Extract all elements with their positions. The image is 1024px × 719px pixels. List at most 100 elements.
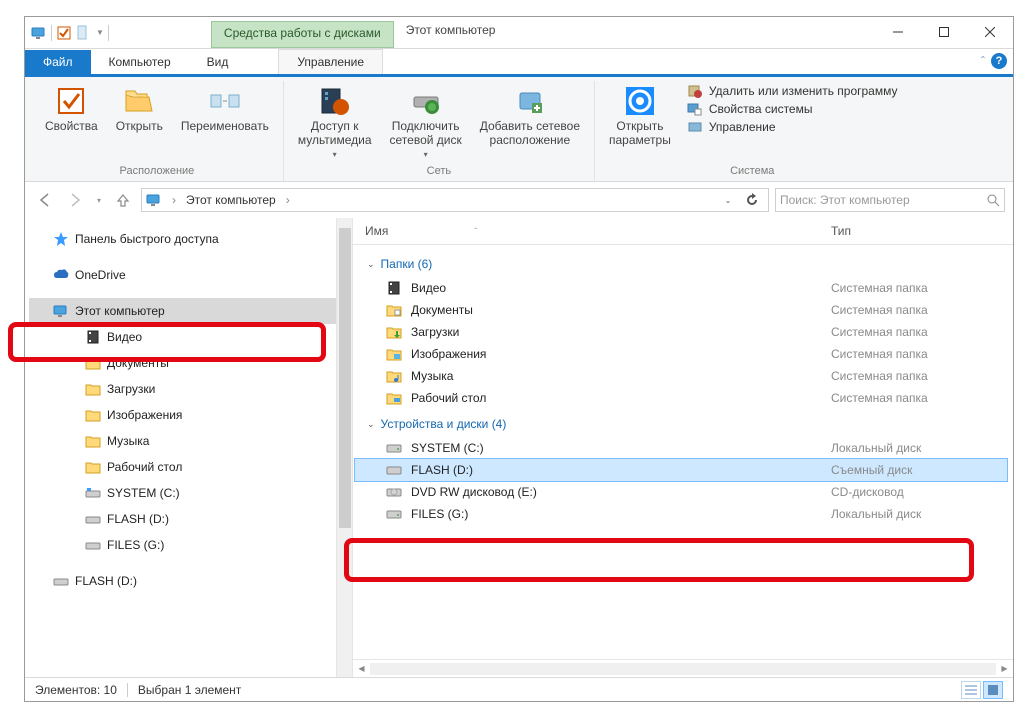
body: Панель быстрого доступа OneDrive Этот ко… [25, 218, 1013, 677]
view-details-button[interactable] [961, 681, 981, 699]
folder-icon [85, 459, 101, 475]
this-pc-icon [146, 192, 162, 208]
nav-flash-d[interactable]: FLASH (D:) [29, 506, 352, 532]
item-name: FILES (G:) [411, 507, 831, 521]
nav-flash-d-removable[interactable]: FLASH (D:) [29, 568, 352, 594]
column-type[interactable]: Тип [831, 224, 1001, 238]
nav-downloads[interactable]: Загрузки [29, 376, 352, 402]
item-type: Системная папка [831, 325, 1001, 339]
item-name: Загрузки [411, 325, 831, 339]
chevron-down-icon: ⌄ [367, 419, 375, 430]
back-button[interactable] [33, 188, 57, 212]
nav-scrollbar[interactable] [336, 218, 353, 677]
uninstall-button[interactable]: Удалить или изменить программу [687, 83, 898, 99]
address-segment[interactable]: Этот компьютер [186, 193, 276, 207]
list-item[interactable]: МузыкаСистемная папка [355, 365, 1007, 387]
dropdown-icon[interactable]: ▼ [96, 28, 104, 37]
drive-icon [85, 511, 101, 527]
nav-system-c[interactable]: SYSTEM (C:) [29, 480, 352, 506]
item-name: Изображения [411, 347, 831, 361]
window-title: Этот компьютер [394, 17, 875, 48]
ribbon-group-network: Доступ к мультимедиа ▾ Подключить сетево… [284, 81, 595, 181]
properties-icon [55, 85, 87, 117]
this-pc-icon [53, 303, 69, 319]
scroll-right-icon[interactable]: ▶ [996, 660, 1013, 677]
item-type: Локальный диск [831, 507, 1001, 521]
up-button[interactable] [111, 188, 135, 212]
nav-onedrive[interactable]: OneDrive [29, 262, 352, 288]
chevron-right-icon[interactable]: › [282, 193, 294, 207]
list-item[interactable]: ВидеоСистемная папка [355, 277, 1007, 299]
folder-icon [85, 355, 101, 371]
minimize-button[interactable] [875, 17, 921, 47]
close-button[interactable] [967, 17, 1013, 47]
chevron-right-icon[interactable]: › [168, 193, 180, 207]
folder-icon [385, 346, 403, 362]
group-label-network: Сеть [427, 163, 451, 181]
nav-video[interactable]: Видео [29, 324, 352, 350]
folder-icon [385, 302, 403, 318]
item-name: FLASH (D:) [411, 463, 831, 477]
system-properties-button[interactable]: Свойства системы [687, 101, 898, 117]
list-item[interactable]: DVD RW дисковод (E:)CD-дисковод [355, 481, 1007, 503]
list-item[interactable]: ЗагрузкиСистемная папка [355, 321, 1007, 343]
properties-button[interactable]: Свойства [39, 81, 104, 137]
media-access-button[interactable]: Доступ к мультимедиа ▾ [292, 81, 378, 163]
forward-button[interactable] [63, 188, 87, 212]
separator [51, 25, 52, 41]
status-bar: Элементов: 10 Выбран 1 элемент [25, 677, 1013, 701]
list-item[interactable]: ИзображенияСистемная папка [355, 343, 1007, 365]
drive-icon [85, 485, 101, 501]
scroll-left-icon[interactable]: ◀ [353, 660, 370, 677]
list-item[interactable]: FLASH (D:)Съемный диск [355, 459, 1007, 481]
tab-computer[interactable]: Компьютер [91, 50, 189, 74]
map-drive-button[interactable]: Подключить сетевой диск ▾ [384, 81, 468, 163]
item-name: Документы [411, 303, 831, 317]
column-headers: Имя ˆ Тип [353, 218, 1013, 245]
column-name[interactable]: Имя [365, 224, 388, 238]
nav-files-g[interactable]: FILES (G:) [29, 532, 352, 558]
gear-icon [624, 85, 656, 117]
item-type: Съемный диск [831, 463, 1001, 477]
ribbon-tabs: Файл Компьютер Вид Управление ˆ ? [25, 49, 1013, 77]
horizontal-scrollbar[interactable]: ◀ ▶ [353, 659, 1013, 677]
maximize-button[interactable] [921, 17, 967, 47]
search-input[interactable]: Поиск: Этот компьютер [775, 188, 1005, 212]
add-network-location-button[interactable]: Добавить сетевое расположение [474, 81, 586, 163]
checkbox-icon[interactable] [56, 25, 72, 41]
list-item[interactable]: FILES (G:)Локальный диск [355, 503, 1007, 525]
nav-this-pc[interactable]: Этот компьютер [29, 298, 352, 324]
context-tab-drives[interactable]: Средства работы с дисками [211, 21, 394, 48]
subtab-manage[interactable]: Управление [278, 49, 383, 74]
list-item[interactable]: ДокументыСистемная папка [355, 299, 1007, 321]
tab-view[interactable]: Вид [189, 50, 247, 74]
list-item[interactable]: SYSTEM (C:)Локальный диск [355, 437, 1007, 459]
refresh-button[interactable] [740, 188, 764, 212]
list-item[interactable]: Рабочий столСистемная папка [355, 387, 1007, 409]
history-dropdown[interactable]: ▾ [93, 188, 105, 212]
folder-icon [385, 280, 403, 296]
address-bar[interactable]: › Этот компьютер › ⌄ [141, 188, 769, 212]
item-name: DVD RW дисковод (E:) [411, 485, 831, 499]
open-button[interactable]: Открыть [110, 81, 169, 137]
open-settings-button[interactable]: Открыть параметры [603, 81, 677, 152]
address-dropdown[interactable]: ⌄ [716, 188, 740, 212]
nav-desktop[interactable]: Рабочий стол [29, 454, 352, 480]
tab-file[interactable]: Файл [25, 50, 91, 74]
group-header-folders[interactable]: ⌄ Папки (6) [355, 249, 1007, 277]
view-thumbnails-button[interactable] [983, 681, 1003, 699]
drive-icon [85, 537, 101, 553]
folder-icon [85, 433, 101, 449]
collapse-ribbon-icon[interactable]: ˆ [981, 54, 985, 68]
nav-quick-access[interactable]: Панель быстрого доступа [29, 226, 352, 252]
group-header-devices[interactable]: ⌄ Устройства и диски (4) [355, 409, 1007, 437]
doc-icon[interactable] [76, 25, 92, 41]
sort-indicator-icon: ˆ [474, 227, 477, 236]
manage-button[interactable]: Управление [687, 119, 898, 135]
nav-documents[interactable]: Документы [29, 350, 352, 376]
help-icon[interactable]: ? [991, 53, 1007, 69]
sysprops-icon [687, 101, 703, 117]
nav-music[interactable]: Музыка [29, 428, 352, 454]
rename-button[interactable]: Переименовать [175, 81, 275, 137]
nav-pictures[interactable]: Изображения [29, 402, 352, 428]
